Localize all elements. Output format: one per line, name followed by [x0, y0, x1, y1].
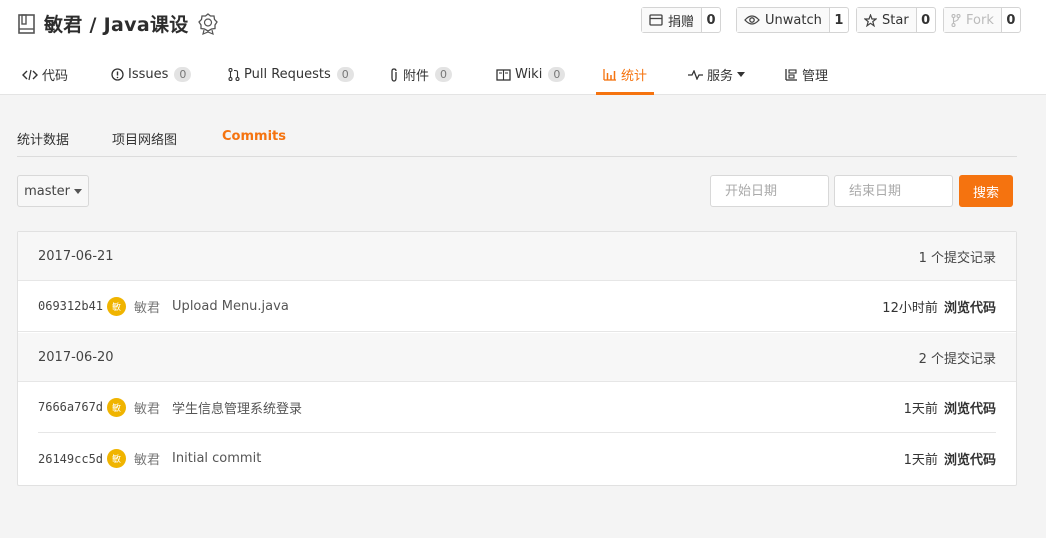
- tab-issues-label: Issues: [128, 67, 169, 82]
- tab-statistics-label: 统计: [620, 69, 647, 84]
- watch-button-group: Unwatch 1: [736, 7, 849, 33]
- avatar[interactable]: 敏: [107, 449, 127, 468]
- subtab-network-graph[interactable]: 项目网络图: [112, 129, 177, 148]
- donate-icon: [649, 14, 663, 26]
- avatar[interactable]: 敏: [107, 296, 127, 316]
- start-date-input[interactable]: [710, 175, 829, 207]
- pulse-icon: [688, 69, 703, 80]
- tab-code[interactable]: 代码: [22, 54, 68, 95]
- tab-pull-requests-label: Pull Requests: [244, 67, 331, 82]
- tab-issues-count: 0: [174, 67, 192, 82]
- end-date-input[interactable]: [834, 175, 953, 207]
- tab-attachments-count: 0: [435, 67, 453, 82]
- browse-code-link[interactable]: 浏览代码: [944, 402, 996, 417]
- branch-select[interactable]: master: [17, 175, 89, 207]
- statistics-subtabs: 统计数据 项目网络图 Commits: [17, 118, 1017, 157]
- repo-title[interactable]: 敏君 / Java课设: [44, 10, 189, 37]
- settings-icon: [785, 69, 797, 81]
- eye-icon: [744, 15, 760, 25]
- commit-row: 7666a767d 敏 敏君 学生信息管理系统登录 1天前 浏览代码: [38, 382, 996, 433]
- commit-row: 26149cc5d 敏 敏君 Initial commit 1天前 浏览代码: [18, 433, 1016, 484]
- tab-attachments[interactable]: 附件 0: [389, 54, 453, 95]
- fork-label: Fork: [966, 12, 994, 28]
- commit-time: 1天前: [903, 453, 938, 468]
- star-label: Star: [882, 12, 909, 28]
- tab-pull-requests[interactable]: Pull Requests 0: [228, 54, 354, 95]
- commit-sha[interactable]: 26149cc5d: [38, 452, 103, 466]
- tab-settings[interactable]: 管理: [785, 54, 828, 95]
- fork-count[interactable]: 0: [1002, 8, 1020, 32]
- donate-label: 捐赠: [668, 14, 695, 30]
- group-date: 2017-06-20: [38, 349, 114, 365]
- star-count[interactable]: 0: [917, 8, 935, 32]
- tab-settings-label: 管理: [802, 69, 829, 84]
- bar-chart-icon: [603, 68, 616, 81]
- fork-icon: [951, 13, 961, 27]
- group-summary: 2 个提交记录: [918, 351, 996, 367]
- unwatch-label: Unwatch: [765, 12, 822, 28]
- commit-date-group-header: 2017-06-20 2 个提交记录: [18, 333, 1016, 382]
- commit-sha[interactable]: 069312b41: [38, 299, 103, 313]
- tab-pull-requests-count: 0: [336, 67, 354, 82]
- subtab-statistics-data[interactable]: 统计数据: [17, 129, 69, 148]
- repo-title-bar: 敏君 / Java课设: [18, 10, 218, 37]
- code-icon: [22, 69, 38, 80]
- star-button-group: Star 0: [856, 7, 936, 33]
- pull-request-icon: [228, 68, 240, 81]
- donate-button-group: 捐赠 0: [641, 7, 722, 33]
- commit-message[interactable]: Initial commit: [172, 451, 261, 466]
- unwatch-button[interactable]: Unwatch: [737, 8, 830, 32]
- tab-wiki[interactable]: Wiki 0: [496, 54, 566, 95]
- commit-message[interactable]: 学生信息管理系统登录: [172, 398, 302, 417]
- commit-time: 12小时前: [882, 300, 938, 316]
- tab-services-label: 服务: [707, 69, 734, 84]
- issue-icon: [111, 68, 124, 81]
- avatar[interactable]: 敏: [107, 397, 127, 417]
- fork-button[interactable]: Fork: [944, 8, 1002, 32]
- commit-time: 1天前: [903, 401, 938, 417]
- commit-author[interactable]: 敏君: [134, 449, 160, 468]
- donate-count[interactable]: 0: [702, 8, 720, 32]
- watch-count[interactable]: 1: [830, 8, 848, 32]
- commit-row: 069312b41 敏 敏君 Upload Menu.java 12小时前 浏览…: [18, 281, 1016, 332]
- chevron-down-icon: [73, 188, 82, 194]
- repo-header: 敏君 / Java课设 捐赠 0 Unwatch 1 Star 0 Fork 0…: [0, 0, 1046, 95]
- tab-services[interactable]: 服务: [688, 54, 746, 95]
- tab-wiki-label: Wiki: [515, 67, 543, 82]
- book-icon: [496, 68, 511, 81]
- branch-label: master: [24, 183, 70, 199]
- tab-wiki-count: 0: [548, 67, 566, 82]
- commit-author[interactable]: 敏君: [134, 398, 160, 417]
- tab-statistics[interactable]: 统计: [596, 54, 654, 95]
- star-button[interactable]: Star: [857, 8, 917, 32]
- tab-attachments-label: 附件: [403, 69, 430, 84]
- repo-book-icon: [18, 13, 35, 34]
- commit-list: 2017-06-21 1 个提交记录 069312b41 敏 敏君 Upload…: [17, 231, 1017, 486]
- commit-date-group-header: 2017-06-21 1 个提交记录: [18, 232, 1016, 281]
- browse-code-link[interactable]: 浏览代码: [944, 301, 996, 316]
- commit-sha[interactable]: 7666a767d: [38, 400, 103, 414]
- group-summary: 1 个提交记录: [918, 250, 996, 266]
- commit-message[interactable]: Upload Menu.java: [172, 299, 289, 314]
- subtab-commits[interactable]: Commits: [222, 129, 286, 144]
- tab-code-label: 代码: [42, 69, 69, 84]
- paperclip-icon: [391, 67, 397, 82]
- group-date: 2017-06-21: [38, 248, 114, 264]
- browse-code-link[interactable]: 浏览代码: [944, 453, 996, 468]
- fork-button-group: Fork 0: [943, 7, 1021, 33]
- star-icon: [864, 13, 877, 27]
- commit-author[interactable]: 敏君: [134, 297, 160, 316]
- chevron-down-icon: [737, 72, 746, 77]
- search-button[interactable]: 搜索: [959, 175, 1013, 207]
- recommended-badge-icon: [197, 12, 218, 35]
- tab-issues[interactable]: Issues 0: [111, 54, 192, 95]
- donate-button[interactable]: 捐赠: [642, 8, 703, 32]
